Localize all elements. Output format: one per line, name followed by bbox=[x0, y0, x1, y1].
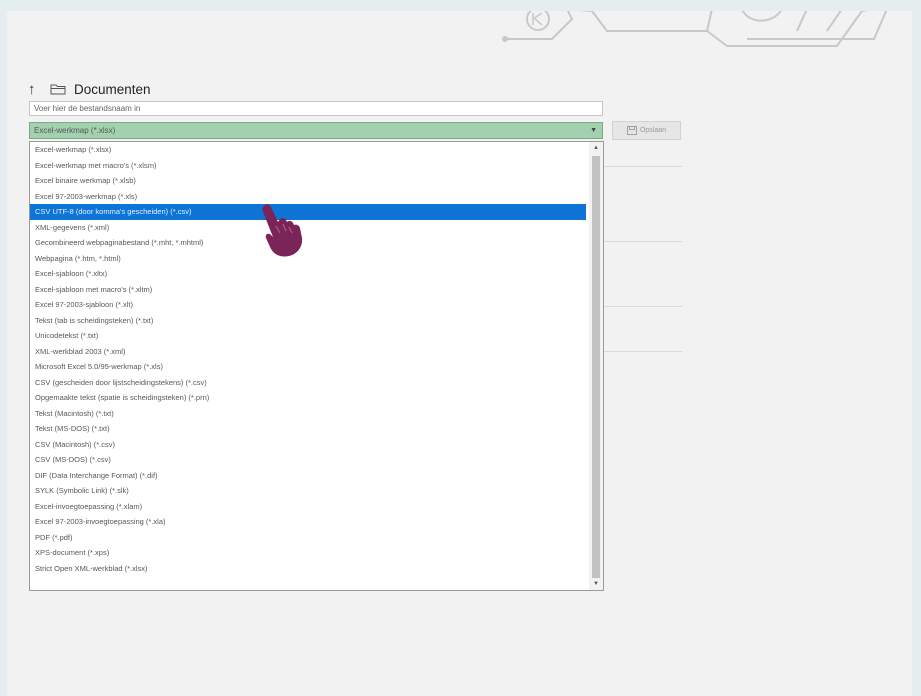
scrollbar[interactable]: ▲ ▼ bbox=[589, 142, 603, 590]
divider bbox=[604, 351, 682, 352]
filetype-option[interactable]: Tekst (tab is scheidingsteken) (*.txt) bbox=[30, 313, 586, 329]
filetype-option[interactable]: Excel 97-2003-werkmap (*.xls) bbox=[30, 189, 586, 205]
save-icon bbox=[626, 126, 637, 135]
hand-pointer-icon bbox=[262, 204, 303, 257]
filetype-selected-label: Excel-werkmap (*.xlsx) bbox=[34, 126, 116, 135]
filetype-option[interactable]: SYLK (Symbolic Link) (*.slk) bbox=[30, 483, 586, 499]
current-folder-label[interactable]: Documenten bbox=[74, 82, 151, 97]
up-arrow-icon[interactable]: ↑ bbox=[28, 81, 50, 98]
filetype-select[interactable]: Excel-werkmap (*.xlsx) ▼ bbox=[29, 122, 603, 139]
divider bbox=[604, 166, 682, 167]
filetype-option[interactable]: Excel binaire werkmap (*.xlsb) bbox=[30, 173, 586, 189]
filename-input[interactable]: Voer hier de bestandsnaam in bbox=[29, 101, 603, 116]
location-bar: ↑ Documenten bbox=[28, 78, 151, 100]
filetype-option[interactable]: PDF (*.pdf) bbox=[30, 530, 586, 546]
filetype-option[interactable]: Excel-sjabloon (*.xltx) bbox=[30, 266, 586, 282]
filetype-option[interactable]: CSV (Macintosh) (*.csv) bbox=[30, 437, 586, 453]
divider bbox=[604, 306, 682, 307]
filetype-option[interactable]: CSV (gescheiden door lijstscheidingsteke… bbox=[30, 375, 586, 391]
filetype-option[interactable]: Excel-sjabloon met macro's (*.xltm) bbox=[30, 282, 586, 298]
filetype-option[interactable]: Tekst (Macintosh) (*.txt) bbox=[30, 406, 586, 422]
filetype-option[interactable]: XML-gegevens (*.xml) bbox=[30, 220, 586, 236]
filetype-option[interactable]: XML-werkblad 2003 (*.xml) bbox=[30, 344, 586, 360]
scrollbar-thumb[interactable] bbox=[592, 156, 600, 578]
filetype-option[interactable]: Tekst (MS-DOS) (*.txt) bbox=[30, 421, 586, 437]
chevron-down-icon[interactable]: ▼ bbox=[590, 123, 597, 138]
folder-icon bbox=[50, 81, 70, 97]
save-button[interactable]: Opslaan bbox=[612, 121, 681, 140]
filetype-option[interactable]: CSV (MS-DOS) (*.csv) bbox=[30, 452, 586, 468]
filetype-option[interactable]: CSV UTF-8 (door komma's gescheiden) (*.c… bbox=[30, 204, 586, 220]
filetype-option[interactable]: DIF (Data Interchange Format) (*.dif) bbox=[30, 468, 586, 484]
filetype-option[interactable]: Opgemaakte tekst (spatie is scheidingste… bbox=[30, 390, 586, 406]
save-button-label: Opslaan bbox=[639, 127, 667, 134]
filetype-option[interactable]: Unicodetekst (*.txt) bbox=[30, 328, 586, 344]
divider bbox=[604, 241, 682, 242]
filetype-option[interactable]: Excel 97-2003-sjabloon (*.xlt) bbox=[30, 297, 586, 313]
scroll-down-icon[interactable]: ▼ bbox=[589, 578, 603, 590]
filetype-option[interactable]: Excel-werkmap (*.xlsx) bbox=[30, 142, 586, 158]
filetype-option[interactable]: Excel-werkmap met macro's (*.xlsm) bbox=[30, 158, 586, 174]
filetype-option[interactable]: Microsoft Excel 5.0/95-werkmap (*.xls) bbox=[30, 359, 586, 375]
circuit-decoration bbox=[502, 11, 888, 47]
filetype-option[interactable]: Webpagina (*.htm, *.html) bbox=[30, 251, 586, 267]
scroll-up-icon[interactable]: ▲ bbox=[589, 142, 603, 154]
filetype-option[interactable]: Gecombineerd webpaginabestand (*.mht, *.… bbox=[30, 235, 586, 251]
filetype-option[interactable]: Excel-invoegtoepassing (*.xlam) bbox=[30, 499, 586, 515]
filetype-dropdown-list[interactable]: Excel-werkmap (*.xlsx) Excel-werkmap met … bbox=[29, 141, 604, 591]
filetype-option[interactable]: Strict Open XML-werkblad (*.xlsx) bbox=[30, 561, 586, 577]
filetype-option[interactable]: Excel 97-2003-invoegtoepassing (*.xla) bbox=[30, 514, 586, 530]
filetype-option[interactable]: XPS-document (*.xps) bbox=[30, 545, 586, 561]
